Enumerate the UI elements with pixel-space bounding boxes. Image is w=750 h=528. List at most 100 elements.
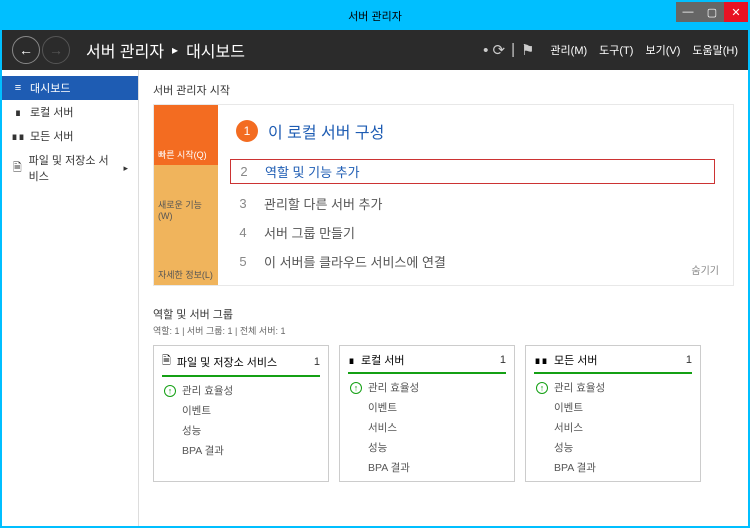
sidebar-item-label: 모든 서버	[30, 128, 74, 144]
all-servers-icon: ∎∎	[12, 130, 24, 143]
metric-label: 이벤트	[182, 403, 211, 418]
toolbar-right: • ⟳ | ⚑ 관리(M) 도구(T) 보기(V) 도움말(H)	[483, 41, 738, 59]
group-metric-row[interactable]: BPA 결과	[536, 460, 692, 475]
metric-label: 관리 효율성	[368, 380, 419, 395]
all-servers-icon: ∎∎	[534, 354, 548, 367]
group-metric-row[interactable]: BPA 결과	[350, 460, 506, 475]
maximize-button[interactable]: ▢	[700, 2, 724, 22]
group-card-body: ↑관리 효율성 이벤트 성능 BPA 결과	[162, 383, 320, 458]
sidebar-item-file-storage[interactable]: 🗎 파일 및 저장소 서비스 ▸	[2, 148, 138, 188]
server-manager-window: 서버 관리자 — ▢ ✕ ← → 서버 관리자 ▸ 대시보드 • ⟳ | ⚑ 관…	[2, 2, 748, 526]
group-card-count: 1	[500, 354, 506, 366]
step-number: 4	[236, 225, 250, 240]
group-card-count: 1	[314, 356, 320, 368]
status-ok-icon: ↑	[350, 382, 362, 394]
groups-meta: 역할: 1 | 서버 그룹: 1 | 전체 서버: 1	[153, 324, 734, 337]
group-metric-row[interactable]: 이벤트	[164, 403, 320, 418]
metric-label: 서비스	[554, 420, 583, 435]
group-card-all-servers[interactable]: ∎∎ 모든 서버 1 ↑관리 효율성 이벤트 서비스 성능 BPA 결과	[525, 345, 701, 482]
sidebar-item-all-servers[interactable]: ∎∎ 모든 서버	[2, 124, 138, 148]
sidebar-item-local-server[interactable]: ∎ 로컬 서버	[2, 100, 138, 124]
dashboard-icon: ≡	[12, 82, 24, 94]
welcome-panel: 빠른 시작(Q) 새로운 기능(W) 자세한 정보(L) 1 이 로컬 서버 구…	[153, 104, 734, 286]
nav-back-button[interactable]: ←	[12, 36, 40, 64]
welcome-step-cloud-connect[interactable]: 5 이 서버를 클라우드 서비스에 연결	[236, 252, 715, 271]
group-card-header: 🗎 파일 및 저장소 서비스 1	[162, 352, 320, 377]
window-controls: — ▢ ✕	[676, 2, 748, 22]
file-storage-icon: 🗎	[162, 352, 171, 371]
group-card-header: ∎ 로컬 서버 1	[348, 352, 506, 374]
group-metric-row[interactable]: 성능	[350, 440, 506, 455]
divider: |	[511, 41, 515, 59]
breadcrumb: 서버 관리자 ▸ 대시보드	[86, 38, 245, 62]
group-metric-row[interactable]: ↑관리 효율성	[164, 383, 320, 398]
group-card-count: 1	[686, 354, 692, 366]
welcome-content: 1 이 로컬 서버 구성 2 역할 및 기능 추가 3 관리할 다른 서버 추가	[218, 105, 733, 285]
group-metric-row[interactable]: 이벤트	[350, 400, 506, 415]
metric-label: 이벤트	[554, 400, 583, 415]
local-server-icon: ∎	[348, 354, 355, 367]
group-metric-row[interactable]: BPA 결과	[164, 443, 320, 458]
body: ≡ 대시보드 ∎ 로컬 서버 ∎∎ 모든 서버 🗎 파일 및 저장소 서비스 ▸…	[2, 70, 748, 526]
group-card-title: 파일 및 저장소 서비스	[177, 354, 277, 370]
group-metric-row[interactable]: 성능	[536, 440, 692, 455]
status-ok-icon: ↑	[164, 385, 176, 397]
step-label: 관리할 다른 서버 추가	[264, 194, 382, 213]
welcome-tab-whatsnew[interactable]: 새로운 기능(W)	[154, 165, 218, 225]
welcome-step-add-roles[interactable]: 2 역할 및 기능 추가	[230, 159, 715, 184]
step-label: 서버 그룹 만들기	[264, 223, 355, 242]
local-server-icon: ∎	[12, 106, 24, 119]
group-card-local-server[interactable]: ∎ 로컬 서버 1 ↑ 관리 효율성 이벤트 서비스 성능 BPA 결과	[339, 345, 515, 482]
configure-local-server-link[interactable]: 이 로컬 서버 구성	[268, 119, 384, 143]
welcome-heading: 1 이 로컬 서버 구성	[236, 119, 715, 143]
group-metric-row[interactable]: ↑ 관리 효율성	[350, 380, 506, 395]
welcome-section-title: 서버 관리자 시작	[153, 82, 734, 98]
nav-forward-button: →	[42, 36, 70, 64]
step-number: 2	[237, 164, 251, 179]
step-number: 3	[236, 196, 250, 211]
group-card-title: 로컬 서버	[361, 352, 405, 368]
group-metric-row[interactable]: ↑관리 효율성	[536, 380, 692, 395]
welcome-tabs: 빠른 시작(Q) 새로운 기능(W) 자세한 정보(L)	[154, 105, 218, 285]
groups-row: 🗎 파일 및 저장소 서비스 1 ↑관리 효율성 이벤트 성능 BPA 결과	[153, 345, 734, 482]
hide-welcome-link[interactable]: 숨기기	[691, 262, 719, 277]
sidebar-item-dashboard[interactable]: ≡ 대시보드	[2, 76, 138, 100]
metric-label: 성능	[182, 423, 201, 438]
group-card-body: ↑ 관리 효율성 이벤트 서비스 성능 BPA 결과	[348, 380, 506, 475]
main-content: 서버 관리자 시작 빠른 시작(Q) 새로운 기능(W) 자세한 정보(L) 1…	[139, 70, 748, 526]
sidebar-item-label: 파일 및 저장소 서비스	[29, 152, 118, 184]
menu-help[interactable]: 도움말(H)	[692, 42, 738, 58]
welcome-step-create-group[interactable]: 4 서버 그룹 만들기	[236, 223, 715, 242]
metric-label: BPA 결과	[554, 460, 596, 475]
sidebar-item-label: 대시보드	[30, 80, 70, 96]
group-metric-row[interactable]: 이벤트	[536, 400, 692, 415]
metric-label: BPA 결과	[368, 460, 410, 475]
step-label: 역할 및 기능 추가	[265, 162, 360, 181]
step-badge: 1	[236, 120, 258, 142]
metric-label: 성능	[554, 440, 573, 455]
metric-label: 성능	[368, 440, 387, 455]
step-label: 이 서버를 클라우드 서비스에 연결	[264, 252, 446, 271]
toolbar: ← → 서버 관리자 ▸ 대시보드 • ⟳ | ⚑ 관리(M) 도구(T) 보기…	[2, 30, 748, 70]
group-card-file-storage[interactable]: 🗎 파일 및 저장소 서비스 1 ↑관리 효율성 이벤트 성능 BPA 결과	[153, 345, 329, 482]
menu-view[interactable]: 보기(V)	[645, 42, 680, 58]
metric-label: 서비스	[368, 420, 397, 435]
breadcrumb-root[interactable]: 서버 관리자	[86, 38, 164, 62]
refresh-dropdown-icon[interactable]: • ⟳	[483, 41, 505, 59]
minimize-button[interactable]: —	[676, 2, 700, 22]
window-title: 서버 관리자	[348, 8, 402, 24]
welcome-step-add-servers[interactable]: 3 관리할 다른 서버 추가	[236, 194, 715, 213]
menu-manage[interactable]: 관리(M)	[550, 42, 587, 58]
group-metric-row[interactable]: 서비스	[536, 420, 692, 435]
close-button[interactable]: ✕	[724, 2, 748, 22]
titlebar: 서버 관리자 — ▢ ✕	[2, 2, 748, 30]
breadcrumb-page: 대시보드	[186, 38, 245, 62]
welcome-tab-learnmore[interactable]: 자세한 정보(L)	[154, 225, 218, 285]
flag-icon[interactable]: ⚑	[521, 41, 534, 59]
groups-title: 역할 및 서버 그룹	[153, 306, 734, 322]
metric-label: 관리 효율성	[554, 380, 605, 395]
menu-tools[interactable]: 도구(T)	[599, 42, 633, 58]
group-metric-row[interactable]: 서비스	[350, 420, 506, 435]
group-metric-row[interactable]: 성능	[164, 423, 320, 438]
welcome-tab-quickstart[interactable]: 빠른 시작(Q)	[154, 105, 218, 165]
